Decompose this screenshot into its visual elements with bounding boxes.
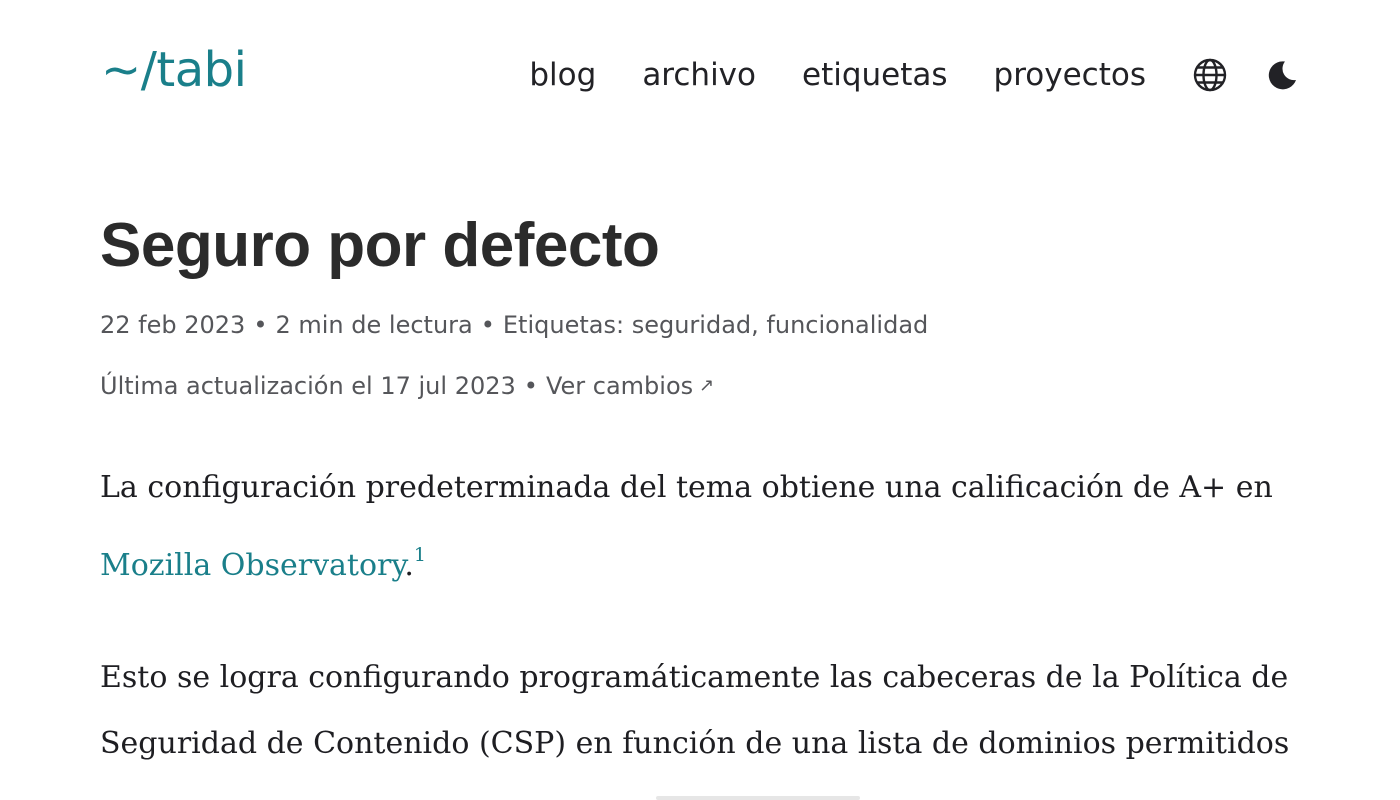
moon-icon[interactable]: [1264, 57, 1300, 93]
footnote-ref[interactable]: 1: [414, 544, 426, 566]
page-title: Seguro por defecto: [100, 211, 660, 280]
period: .: [404, 548, 414, 583]
post-meta: 22 feb 2023 • 2 min de lectura • Etiquetas: …: [100, 309, 928, 341]
tag-comma: ,: [751, 311, 767, 339]
nav-link-blog[interactable]: blog: [529, 50, 596, 100]
main-nav: blog archivo etiquetas proyectos: [529, 50, 1300, 100]
nav-link-archivo[interactable]: archivo: [642, 50, 756, 100]
nav-link-etiquetas[interactable]: etiquetas: [802, 50, 948, 100]
nav-link-proyectos[interactable]: proyectos: [994, 50, 1146, 100]
last-updated: Última actualización el 17 jul 2023: [100, 372, 516, 400]
paragraph-line: Seguridad de Contenido (CSP) en función …: [100, 726, 1290, 761]
tag-link-seguridad[interactable]: seguridad: [632, 311, 751, 339]
paragraph: La configuración predeterminada del tema…: [100, 470, 1300, 600]
scroll-indicator: [656, 796, 860, 800]
external-link-icon: ↗: [699, 375, 715, 396]
globe-icon[interactable]: [1192, 57, 1228, 93]
meta-separator: •: [480, 311, 495, 339]
paragraph-line: Mozilla Observatory.1: [100, 544, 426, 583]
site-logo[interactable]: ~/tabi: [101, 40, 247, 100]
reading-time: 2 min de lectura: [275, 311, 473, 339]
view-changes-label: Ver cambios: [545, 372, 694, 400]
paragraph-line: Esto se logra configurando programáticam…: [100, 660, 1289, 695]
paragraph: Esto se logra configurando programáticam…: [100, 660, 1300, 790]
tag-link-funcionalidad[interactable]: funcionalidad: [766, 311, 928, 339]
tags-label: Etiquetas:: [502, 311, 625, 339]
mozilla-observatory-link[interactable]: Mozilla Observatory: [100, 548, 404, 583]
post-update-meta: Última actualización el 17 jul 2023 • Ver …: [100, 370, 714, 402]
view-changes-link[interactable]: Ver cambios ↗: [546, 372, 714, 400]
meta-separator: •: [253, 311, 268, 339]
site-header: ~/tabi blog archivo etiquetas proyectos: [0, 0, 1400, 150]
post-date: 22 feb 2023: [100, 311, 246, 339]
meta-separator: •: [523, 372, 538, 400]
paragraph-line: La configuración predeterminada del tema…: [100, 470, 1273, 505]
